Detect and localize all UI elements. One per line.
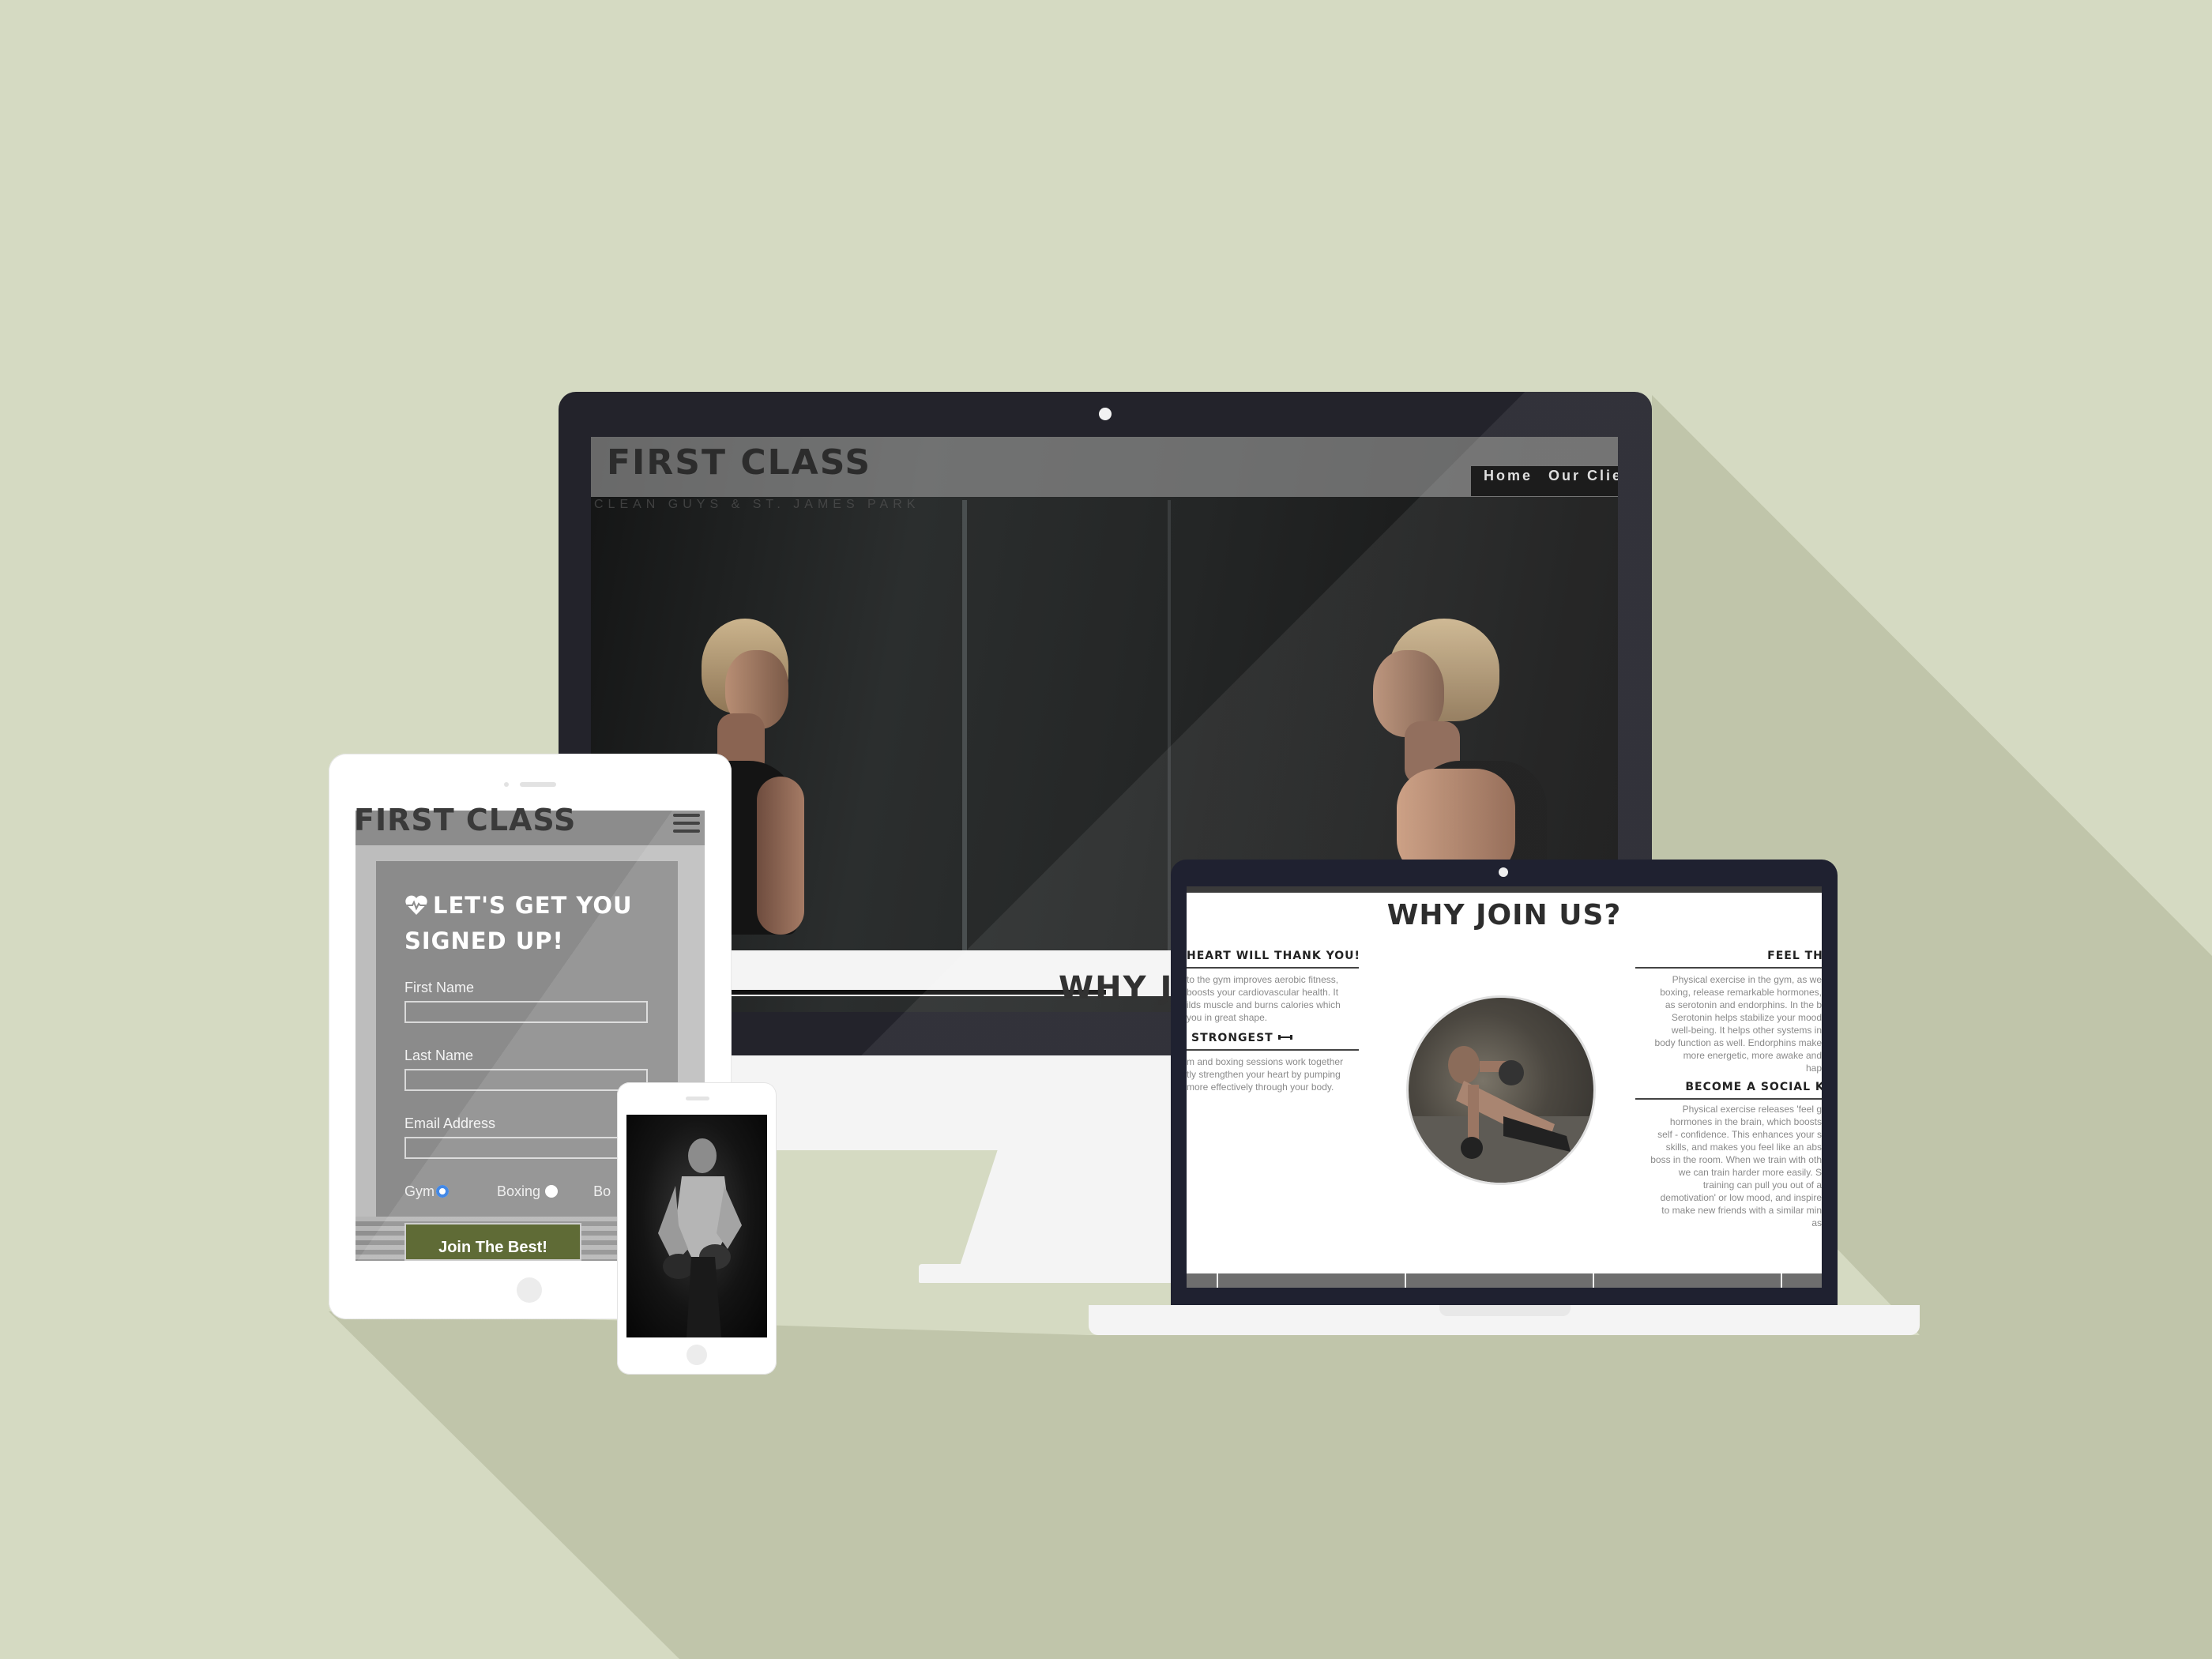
phone-speaker bbox=[686, 1097, 709, 1100]
benefit-text: to the gym improves aerobic fitness, bbox=[1187, 974, 1339, 985]
first-name-field: First Name bbox=[404, 980, 648, 1023]
site-tagline: CLEAN GUYS & ST. JAMES PARK bbox=[594, 498, 920, 511]
gym-pillar bbox=[962, 500, 967, 974]
heart-pulse-icon bbox=[404, 890, 428, 915]
heading-rule bbox=[1187, 967, 1359, 969]
email-label: Email Address bbox=[404, 1115, 496, 1131]
benefit-text: boosts your cardiovascular health. It bbox=[1187, 987, 1339, 998]
benefit-text: boxing, release remarkable hormones, bbox=[1660, 987, 1822, 998]
benefit-text: to make new friends with a similar min bbox=[1661, 1205, 1822, 1216]
laptop-camera bbox=[1499, 867, 1508, 877]
benefit-text: demotivation' or low mood, and inspire bbox=[1660, 1192, 1822, 1203]
nav-link-home[interactable]: Home bbox=[1484, 468, 1533, 483]
benefit-text: self - confidence. This enhances your s bbox=[1657, 1129, 1822, 1140]
benefit-text: ilds muscle and burns calories which bbox=[1187, 999, 1341, 1010]
laptop-footer-bar bbox=[1187, 1273, 1822, 1288]
tablet-home-button[interactable] bbox=[517, 1277, 542, 1303]
nav-link-our-clients[interactable]: Our Clients bbox=[1548, 468, 1618, 483]
why-join-title: WHY JOIN US? bbox=[1386, 899, 1622, 931]
benefit-text: as bbox=[1811, 1217, 1822, 1228]
benefit-text: Serotonin helps stabilize your mood bbox=[1671, 1012, 1822, 1023]
benefit-text: we can train harder more easily. S bbox=[1678, 1167, 1822, 1178]
phone-home-button[interactable] bbox=[687, 1345, 707, 1365]
last-name-field: Last Name bbox=[404, 1048, 648, 1091]
benefit-text: Physical exercise in the gym, as we bbox=[1672, 974, 1822, 985]
benefit-text: tly strengthen your heart by pumping bbox=[1187, 1069, 1341, 1080]
tablet-camera bbox=[504, 782, 509, 787]
email-field: Email Address bbox=[404, 1115, 648, 1159]
signup-form-title: LET'S GET YOU SIGNED UP! bbox=[404, 888, 657, 959]
benefit-heading: FEEL THE B bbox=[1767, 950, 1822, 962]
benefit-text: boss in the room. When we train with oth bbox=[1650, 1154, 1822, 1165]
join-button[interactable]: Join The Best! bbox=[404, 1223, 581, 1261]
benefit-text: well-being. It helps other systems in bbox=[1671, 1025, 1822, 1036]
benefit-text: m and boxing sessions work together bbox=[1187, 1056, 1344, 1067]
benefit-heading: HEART WILL THANK YOU! bbox=[1187, 950, 1359, 962]
benefit-heading: BECOME A SOCIAL KI bbox=[1685, 1081, 1822, 1093]
tablet-speaker bbox=[520, 782, 556, 787]
benefit-left-2: STRONGEST m and boxing sessions work tog… bbox=[1187, 1032, 1359, 1093]
heading-rule bbox=[1635, 967, 1822, 969]
monitor-camera bbox=[1099, 408, 1112, 420]
benefit-text: body function as well. Endorphins make bbox=[1654, 1037, 1822, 1048]
last-name-input[interactable] bbox=[404, 1069, 648, 1091]
hamburger-menu-icon[interactable] bbox=[673, 814, 700, 837]
benefit-text: you in great shape. bbox=[1187, 1012, 1268, 1023]
benefit-text: more effectively through your body. bbox=[1187, 1082, 1334, 1093]
benefit-text: more energetic, more awake and bbox=[1683, 1050, 1822, 1061]
first-name-input[interactable] bbox=[404, 1001, 648, 1023]
dumbbell-icon bbox=[1277, 1032, 1292, 1040]
workout-photo bbox=[1406, 995, 1596, 1185]
heading-rule bbox=[1187, 1049, 1359, 1051]
email-input[interactable] bbox=[404, 1137, 648, 1159]
benefit-text: training can pull you out of a bbox=[1702, 1179, 1822, 1191]
tablet-logo[interactable]: FIRST CLASS bbox=[354, 803, 576, 837]
benefit-text: as serotonin and endorphins. In the b bbox=[1665, 999, 1822, 1010]
boxer-photo bbox=[626, 1115, 767, 1337]
first-name-label: First Name bbox=[404, 980, 475, 995]
site-logo[interactable]: FIRST CLASS bbox=[607, 442, 871, 483]
heading-rule bbox=[1635, 1098, 1822, 1100]
radio-option-gym[interactable]: Gym bbox=[404, 1183, 449, 1199]
radio-option-boxing[interactable]: Boxing bbox=[497, 1183, 559, 1199]
radio-option-bo[interactable]: Bo bbox=[593, 1183, 611, 1199]
radio-button-checked[interactable] bbox=[436, 1185, 449, 1198]
laptop-topbar bbox=[1187, 886, 1822, 893]
benefit-heading: STRONGEST bbox=[1191, 1032, 1273, 1044]
benefit-right-1: FEEL THE B Physical exercise in the gym,… bbox=[1635, 950, 1822, 1074]
main-nav: Home Our Clients bbox=[1471, 466, 1618, 496]
last-name-label: Last Name bbox=[404, 1048, 474, 1063]
signup-form-heading: LET'S GET YOU SIGNED UP! bbox=[404, 892, 633, 954]
benefit-text: skills, and makes you feel like an abs bbox=[1665, 1142, 1822, 1153]
benefit-text: Physical exercise releases 'feel g bbox=[1682, 1104, 1822, 1115]
radio-button[interactable] bbox=[545, 1185, 559, 1198]
section-divider bbox=[727, 990, 1106, 995]
laptop-notch bbox=[1439, 1305, 1571, 1316]
benefit-text: hap bbox=[1805, 1063, 1822, 1074]
benefit-text: hormones in the brain, which boosts bbox=[1669, 1116, 1822, 1127]
benefit-right-2: BECOME A SOCIAL KI Physical exercise rel… bbox=[1635, 1081, 1822, 1229]
benefit-left-1: HEART WILL THANK YOU! to the gym improve… bbox=[1187, 950, 1359, 1024]
